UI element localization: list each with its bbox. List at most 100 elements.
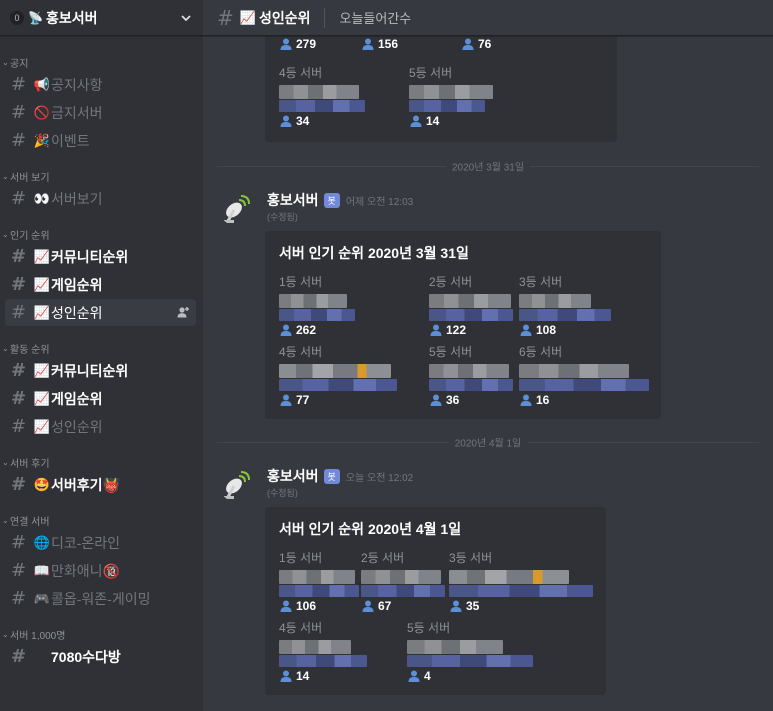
channel-hash-icon: # [11,302,27,323]
sidebar-channel[interactable]: # 📈 커뮤니티순위 [5,357,196,384]
sidebar-channel[interactable]: # 📈 게임순위 [5,271,196,298]
blurred-server-name [279,294,347,308]
blurred-server-name [429,364,509,378]
server-rank-label: 1등 서버 [279,551,323,565]
bot-tag: 봇 [323,468,340,484]
sidebar-channel[interactable]: # 🤩 서버후기👹 [5,471,196,498]
category-header[interactable]: ⌄ 연결 서버 [0,512,203,528]
chevron-down-icon: ⌄ [2,629,9,639]
member-count: 77 [296,393,310,407]
member-count: 67 [378,599,392,613]
channel-label: 금지서버 [51,104,103,121]
ranking-embed: 서버 인기 순위 2020년 3월 31일 1등 서버 262 2등 서버 122 3등… [265,231,661,419]
member-count: 156 [378,37,399,51]
category-header[interactable]: ⌄ 서버 후기 [0,454,203,470]
server-entry: 1등 서버 262 [279,273,355,337]
person-icon [520,324,532,336]
channel-label: 커뮤니티순위 [51,248,129,265]
blurred-server-desc [519,379,649,391]
author-name[interactable]: 홍보서버 [267,190,319,210]
satellite-dish-avatar[interactable] [219,190,255,226]
category-header[interactable]: ⌄ 서버 보기 [0,168,203,184]
person-icon [280,324,292,336]
satellite-dish-avatar[interactable] [219,466,255,502]
person-icon [450,600,462,612]
sidebar-channel[interactable]: # 📖 만화애니🔞 [5,557,196,584]
timestamp: 오늘 오전 12:02 [345,472,414,484]
chevron-down-icon: ⌄ [2,515,9,525]
sidebar-channel[interactable]: #7080수다방 [5,643,196,670]
sidebar-channel[interactable]: # 📈 성인순위 [5,299,196,326]
member-count: 262 [296,323,317,337]
blurred-server-desc [279,100,365,112]
channel-emoji-icon: 📖 [33,562,51,578]
blurred-server-name [279,85,359,99]
sidebar-channel[interactable]: # 🌐 디코-온라인 [5,529,196,556]
channel-hash-icon: # [11,74,27,95]
channel-hash-icon: # [11,246,27,267]
sidebar-channel[interactable]: # 🚫 금지서버 [5,99,196,126]
category-name: 서버 후기 [10,458,50,470]
member-count: 106 [296,599,317,613]
bot-tag: 봇 [323,192,340,208]
channel-label: 서버후기👹 [51,476,120,493]
sidebar-channel[interactable]: # 🎉 이벤트 [5,127,196,154]
server-entry: 3등 서버 108 [519,273,611,337]
blurred-server-desc [429,309,513,321]
message-header: 홍보서버 봇 오늘 오전 12:02 [267,466,413,486]
person-icon [362,600,374,612]
category-header[interactable]: ⌄ 서버 1,000명 [0,626,203,642]
channel-hash-icon: # [217,5,234,30]
category-header[interactable]: ⌄ 활동 순위 [0,340,203,356]
sidebar-channel[interactable]: # 📈 게임순위 [5,385,196,412]
blurred-server-desc [279,379,397,391]
sidebar-channel[interactable]: # 📢 공지사항 [5,71,196,98]
channel-hash-icon: # [11,532,27,553]
message-header: 홍보서버 봇 어제 오전 12:03 [267,190,413,210]
server-rank-label: 4등 서버 [279,345,323,359]
channel-label: 이벤트 [51,132,90,149]
category-name: 활동 순위 [10,344,50,356]
channel-emoji-icon: 📈 [33,390,51,406]
channel-topic: 오늘들어간수 [339,11,412,26]
channel-hash-icon: # [11,646,27,667]
person-icon [430,394,442,406]
channel-emoji-icon: 🤩 [33,476,51,492]
channel-label: 게임순위 [51,276,103,293]
server-rank-label: 2등 서버 [361,551,405,565]
server-rank-label: 5등 서버 [429,345,473,359]
person-icon [462,38,474,50]
sidebar-channel[interactable]: # 📈 성인순위 [5,413,196,440]
edited-label: (수정됨) [267,212,298,222]
date-separator: 2020년 4월 1일 [217,434,759,450]
channel-hash-icon: # [11,588,27,609]
channel-hash-icon: # [11,188,27,209]
channel-label: 디코-온라인 [51,534,121,551]
channel-label: 콜옵-워존-게이밍 [51,590,151,607]
add-member-icon[interactable] [176,305,190,319]
server-header[interactable]: 0 📡 홍보서버 [0,0,203,36]
blurred-server-name [279,364,391,378]
blurred-server-desc [519,309,611,321]
category-header[interactable]: ⌄ 인기 순위 [0,226,203,242]
sidebar-channel[interactable]: # 📈 커뮤니티순위 [5,243,196,270]
channel-hash-icon: # [11,560,27,581]
member-count: 34 [296,114,310,128]
blurred-server-desc [407,655,533,667]
date-separator-label: 2020년 3월 31일 [445,158,531,174]
person-icon [430,324,442,336]
chart-emoji-icon: 📈 [239,9,256,25]
channel-topbar: # 📈 성인순위 오늘들어간수 [203,0,773,36]
chevron-down-icon[interactable] [179,11,193,25]
server-rank-label: 5등 서버 [409,66,453,80]
author-name[interactable]: 홍보서버 [267,466,319,486]
category-name: 서버 보기 [10,172,50,184]
server-entry: 1등 서버 106 [279,549,359,613]
blurred-server-desc [429,379,513,391]
sidebar-channel[interactable]: # 🎮 콜옵-워존-게이밍 [5,585,196,612]
channel-hash-icon: # [11,102,27,123]
sidebar-channel[interactable]: # 👀 서버보기 [5,185,196,212]
blurred-server-desc [279,585,359,597]
member-count: 108 [536,323,557,337]
category-header[interactable]: ⌄ 공지 [0,54,203,70]
